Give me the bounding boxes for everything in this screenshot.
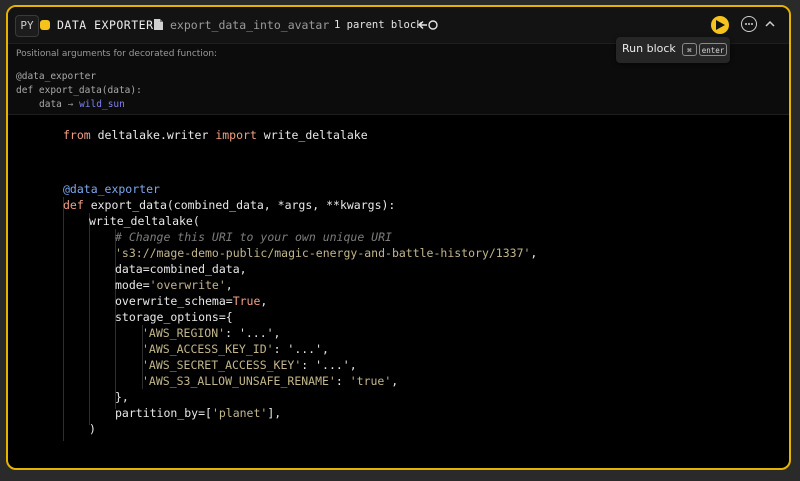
parent-block-label[interactable]: 1 parent block — [334, 19, 423, 31]
code-line-access-key: 'AWS_ACCESS_KEY_ID': '...', — [142, 342, 329, 356]
code-editor[interactable]: from deltalake.writer import write_delta… — [8, 117, 789, 468]
code-line-decorator: @data_exporter — [63, 182, 160, 196]
more-options-button[interactable] — [741, 16, 757, 32]
arguments-description: Positional arguments for decorated funct… — [16, 49, 218, 59]
code-line-secret-key: 'AWS_SECRET_ACCESS_KEY': '...', — [142, 358, 357, 372]
code-line-comment: # Change this URI to your own unique URI — [115, 230, 392, 244]
code-line-region: 'AWS_REGION': '...', — [142, 326, 281, 340]
args-def-line: def export_data(data): — [16, 85, 142, 96]
code-line-rename: 'AWS_S3_ALLOW_UNSAFE_RENAME': 'true', — [142, 374, 399, 388]
code-line-mode: mode='overwrite', — [115, 278, 233, 292]
chevron-up-icon[interactable] — [764, 19, 776, 29]
indent-guide — [89, 213, 90, 425]
run-block-button[interactable] — [711, 16, 729, 34]
code-line-call-close: ) — [89, 422, 96, 436]
ellipsis-icon — [745, 22, 747, 25]
enter-key-label: enter — [699, 43, 727, 56]
code-line-storage-close: }, — [115, 390, 129, 404]
code-line-schema: overwrite_schema=True, — [115, 294, 268, 308]
run-block-tooltip: Run block ⌘ enter — [616, 37, 730, 63]
file-icon — [154, 19, 163, 30]
code-line-uri: 's3://mage-demo-public/magic-energy-and-… — [115, 246, 538, 260]
args-mapping-row: data → wild_sun — [39, 99, 125, 110]
arg-name: data — [39, 99, 62, 110]
play-icon — [716, 20, 725, 30]
code-line-data: data=combined_data, — [115, 262, 247, 276]
connection-icon[interactable] — [418, 19, 440, 31]
code-line-1: from deltalake.writer import write_delta… — [63, 128, 368, 142]
code-line-call: write_deltalake( — [89, 214, 200, 228]
args-decorator-line: @data_exporter — [16, 71, 97, 82]
language-badge: PY — [15, 15, 39, 37]
tooltip-label: Run block — [622, 42, 676, 55]
block-type-label: DATA EXPORTER — [57, 18, 154, 32]
arg-source-link[interactable]: wild_sun — [79, 99, 125, 110]
block-type-color-dot — [40, 20, 50, 30]
code-line-partition: partition_by=['planet'], — [115, 406, 282, 420]
code-line-def: def export_data(combined_data, *args, **… — [63, 198, 396, 212]
command-key-icon: ⌘ — [682, 43, 697, 56]
code-line-storage: storage_options={ — [115, 310, 233, 324]
code-block[interactable]: PY DATA EXPORTER export_data_into_avatar… — [6, 5, 791, 470]
block-file-name[interactable]: export_data_into_avatar — [170, 18, 329, 32]
arrow-icon: → — [67, 99, 74, 110]
indent-guide — [63, 197, 64, 441]
